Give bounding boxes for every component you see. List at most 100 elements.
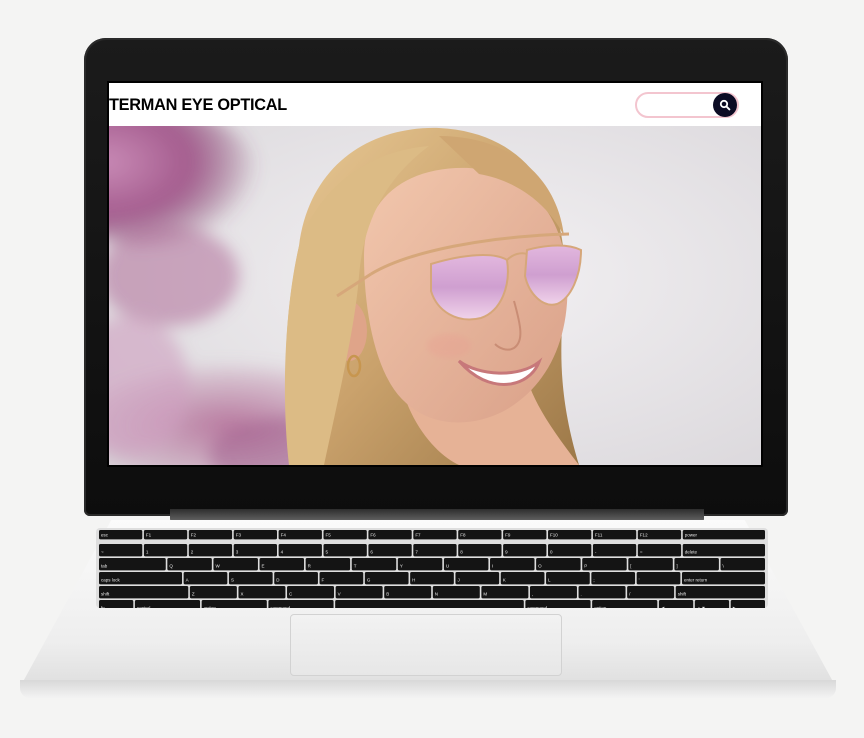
keyboard-key-label: delete	[685, 549, 698, 554]
keyboard-key	[287, 586, 335, 599]
keyboard-key-label: =	[640, 549, 643, 554]
keyboard-key	[536, 558, 581, 571]
keyboard-key	[675, 586, 765, 599]
keyboard-key-label: option	[204, 605, 217, 608]
keyboard-key-label: Y	[400, 563, 403, 568]
keyboard-key	[319, 572, 364, 585]
keyboard-key-label: command	[270, 605, 290, 608]
keyboard-key-label: G	[367, 577, 371, 582]
keyboard-key	[99, 544, 143, 557]
keyboard-key	[591, 572, 636, 585]
keyboard: esc F1 F2 F3 F4 F5 F6 F7 F8 F9 F10 F11 F12 power ~1 2 3 4…	[96, 528, 768, 613]
keyboard-key-label: .	[581, 591, 582, 596]
keyboard-key-label: V	[338, 591, 341, 596]
keyboard-key-label: ,	[532, 591, 533, 596]
keyboard-key	[397, 558, 443, 571]
keyboard-key	[578, 586, 626, 599]
keyboard-key	[213, 558, 258, 571]
keyboard-key-label: tab	[101, 563, 108, 568]
keyboard-key-label: control	[137, 605, 151, 608]
keyboard-key	[636, 572, 681, 585]
keyboard-key	[546, 572, 590, 585]
keyboard-key	[413, 544, 457, 557]
keyboard-key	[188, 544, 233, 557]
keyboard-key	[368, 544, 412, 557]
keyboard-key	[278, 544, 322, 557]
keyboard-key-label: F8	[460, 532, 466, 537]
keyboard-key	[228, 572, 273, 585]
keyboard-key-label: W	[215, 563, 220, 568]
site-logo-text[interactable]: TERMAN EYE OPTICAL	[109, 95, 287, 115]
keyboard-key	[458, 544, 502, 557]
keyboard-key-label: X	[240, 591, 243, 596]
keyboard-key	[305, 558, 351, 571]
keyboard-key-label: ◀	[661, 605, 665, 608]
keyboard-key	[410, 572, 454, 585]
keyboard-key-label: ▶	[733, 605, 737, 608]
laptop-screen: TERMAN EYE OPTICAL	[107, 81, 763, 467]
keyboard-key	[500, 572, 545, 585]
keyboard-key-label: shift	[101, 591, 110, 596]
keyboard-key	[233, 544, 278, 557]
keyboard-key	[720, 558, 765, 571]
keyboard-key-label: fn	[101, 605, 105, 608]
search-box[interactable]	[635, 91, 739, 118]
keyboard-key	[323, 544, 367, 557]
keyboard-key-label: F12	[640, 532, 648, 537]
keyboard-key-label: ]	[676, 563, 677, 568]
keyboard-key	[335, 586, 383, 599]
keyboard-key-label: U	[446, 563, 449, 568]
keyboard-key-label: F4	[281, 532, 287, 537]
keyboard-key-label: Z	[192, 591, 195, 596]
keyboard-key-label: shift	[678, 591, 687, 596]
keyboard-key-label: F3	[236, 532, 242, 537]
keyboard-key	[548, 544, 592, 557]
keyboard-key-label: I	[492, 563, 493, 568]
keyboard-key-label: F1	[146, 532, 152, 537]
keyboard-key	[364, 572, 409, 585]
keyboard-key-label: N	[435, 591, 438, 596]
keyboard-key-label: E	[262, 563, 265, 568]
keyboard-key	[592, 544, 637, 557]
keyboard-key-label: S	[231, 577, 234, 582]
keyboard-key-label: F2	[191, 532, 197, 537]
keyboard-key-label: A	[186, 577, 189, 582]
keyboard-key	[674, 558, 719, 571]
keyboard-key-label: ~	[101, 549, 104, 554]
keyboard-key	[627, 586, 675, 599]
keyboard-key	[481, 586, 529, 599]
keyboard-key	[335, 600, 524, 613]
keyboard-key	[637, 544, 682, 557]
keyboard-key	[259, 558, 305, 571]
keyboard-key-label: ▲▼	[697, 605, 706, 608]
keyboard-keys: esc F1 F2 F3 F4 F5 F6 F7 F8 F9 F10 F11 F12 power~ 1 2 3 4…	[99, 530, 765, 613]
keyboard-key	[351, 558, 397, 571]
keyboard-key	[384, 586, 432, 599]
keyboard-key-label: F11	[595, 532, 603, 537]
keyboard-key-label: F10	[550, 532, 558, 537]
keyboard-key-label: Q	[169, 563, 173, 568]
keyboard-key-label: '	[639, 577, 640, 582]
keyboard-key-label: P	[584, 563, 587, 568]
keyboard-key	[99, 586, 189, 599]
search-icon	[719, 99, 731, 110]
keyboard-key	[238, 586, 286, 599]
laptop-base-edge	[20, 680, 836, 698]
laptop-mockup: TERMAN EYE OPTICAL esc F1 F2 F3 F4 F5 F6…	[0, 0, 864, 738]
keyboard-key	[628, 558, 673, 571]
keyboard-key-label: F5	[326, 532, 332, 537]
trackpad	[290, 614, 562, 676]
keyboard-key-label: F9	[505, 532, 511, 537]
search-button[interactable]	[713, 92, 737, 117]
keyboard-key-label: ;	[593, 577, 594, 582]
keyboard-key	[490, 558, 535, 571]
keyboard-key	[167, 558, 212, 571]
keyboard-key	[529, 586, 577, 599]
keyboard-key	[582, 558, 627, 571]
search-input[interactable]	[645, 95, 715, 116]
keyboard-key-label: K	[503, 577, 506, 582]
keyboard-key	[503, 544, 547, 557]
keyboard-key	[455, 572, 500, 585]
keyboard-key	[274, 572, 318, 585]
keyboard-key-label: F	[322, 577, 325, 582]
